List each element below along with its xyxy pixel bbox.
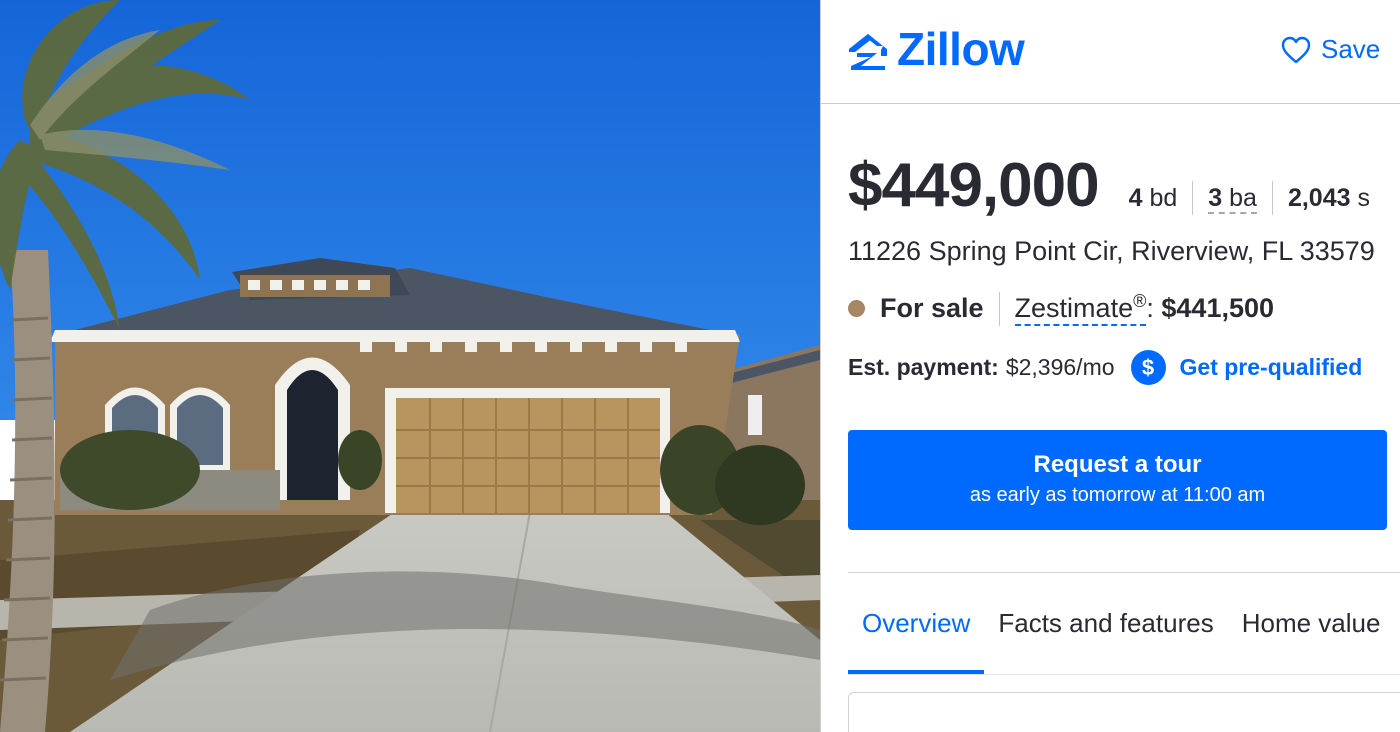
price-summary: $449,000 4 bd 3 ba 2,043 s: [848, 150, 1385, 221]
beds-fact: 4 bd: [1129, 181, 1193, 215]
home-facts: 4 bd 3 ba 2,043 s: [1129, 181, 1385, 215]
request-tour-title: Request a tour: [1033, 451, 1202, 478]
payment-row: Est. payment: $2,396/mo $ Get pre-qualif…: [848, 350, 1362, 385]
tab-home-value[interactable]: Home value: [1228, 600, 1395, 674]
registered-mark: ®: [1133, 291, 1147, 311]
zillow-logo[interactable]: Zillow: [847, 23, 1025, 75]
request-tour-button[interactable]: Request a tour as early as tomorrow at 1…: [848, 430, 1387, 530]
sqft-unit: s: [1357, 184, 1370, 212]
baths-count: 3: [1208, 184, 1223, 212]
zestimate-colon: :: [1146, 293, 1154, 323]
zestimate-label: Zestimate: [1014, 293, 1134, 323]
listing-price: $449,000: [848, 151, 1100, 220]
baths-fact[interactable]: 3 ba: [1192, 181, 1272, 215]
payment-value: $2,396/mo: [1005, 354, 1115, 380]
listing-photo[interactable]: [0, 0, 820, 732]
tab-facts-and-features[interactable]: Facts and features: [984, 600, 1227, 674]
tab-label: Overview: [862, 608, 971, 638]
zestimate-value: $441,500: [1161, 293, 1275, 323]
panel-header: Zillow Save: [821, 0, 1400, 104]
listing-address: 11226 Spring Point Cir, Riverview, FL 33…: [848, 236, 1375, 266]
status-row: For sale Zestimate®: $441,500: [848, 291, 1274, 326]
sqft-count: 2,043: [1287, 184, 1351, 212]
baths-tooltip-trigger[interactable]: 3 ba: [1208, 184, 1257, 214]
baths-unit: ba: [1229, 184, 1257, 212]
tabs-baseline: [848, 674, 1400, 675]
zillow-wordmark: Zillow: [897, 23, 1025, 75]
status-dot-icon: [848, 300, 865, 317]
status-divider: [998, 291, 1000, 326]
beds-unit: bd: [1149, 184, 1178, 212]
zestimate-link[interactable]: Zestimate®: [1014, 291, 1147, 326]
tab-label: Facts and features: [998, 608, 1214, 638]
get-prequalified-link[interactable]: Get pre-qualified: [1180, 354, 1363, 381]
tab-overview[interactable]: Overview: [848, 600, 985, 674]
overview-card: [848, 692, 1400, 732]
save-button[interactable]: Save: [1281, 34, 1380, 65]
listing-details-panel: Zillow Save $449,000 4 bd 3 ba 2,043 s 1…: [821, 0, 1400, 732]
details-tabs: Overview Facts and features Home value: [848, 600, 1394, 674]
heart-outline-icon: [1281, 36, 1311, 63]
payment-label: Est. payment:: [848, 354, 999, 380]
zillow-house-logo-icon: [849, 34, 887, 70]
house-photo-illustration: [0, 0, 820, 732]
sqft-fact: 2,043 s: [1271, 181, 1385, 215]
tab-label: Home value: [1241, 608, 1381, 638]
dollar-circle-icon[interactable]: $: [1130, 350, 1166, 385]
section-divider: [848, 572, 1400, 573]
listing-status: For sale: [880, 293, 984, 323]
request-tour-subtitle: as early as tomorrow at 11:00 am: [969, 484, 1266, 506]
beds-count: 4: [1128, 184, 1143, 212]
save-label: Save: [1321, 34, 1381, 64]
